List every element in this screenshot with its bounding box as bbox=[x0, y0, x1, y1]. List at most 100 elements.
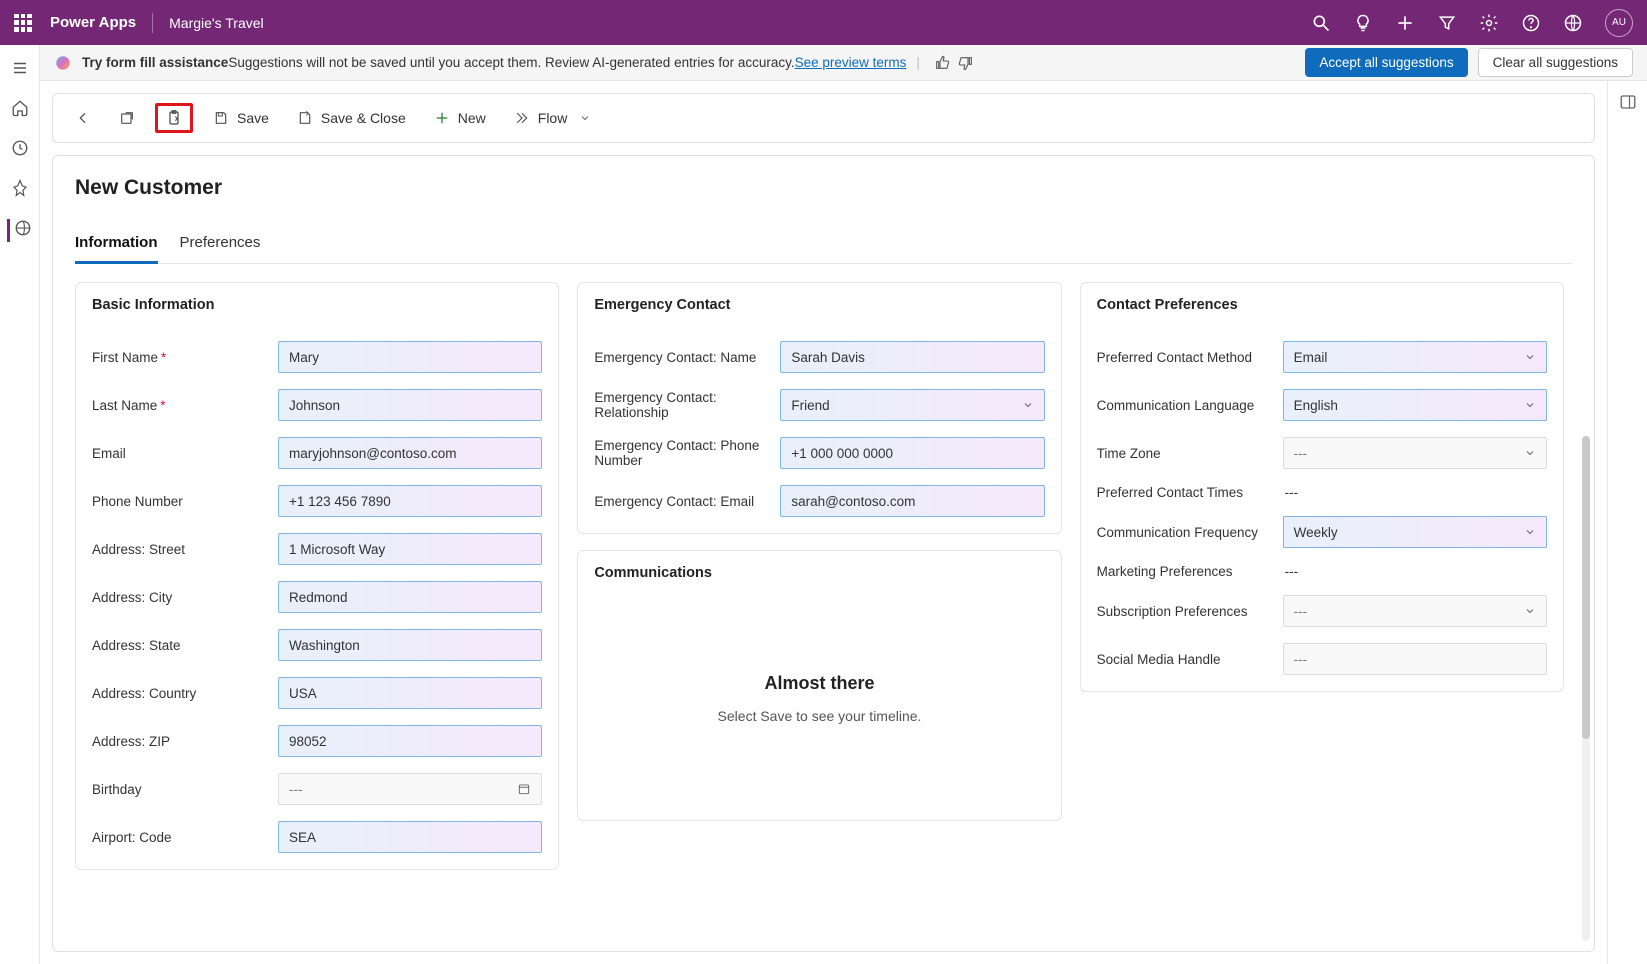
col-prefs: Contact Preferences Preferred Contact Me… bbox=[1080, 282, 1564, 907]
assist-title: Try form fill assistance bbox=[82, 55, 228, 70]
pref-lang-select[interactable]: English bbox=[1283, 389, 1547, 421]
globe-icon[interactable] bbox=[14, 219, 32, 237]
pref-method-select[interactable]: Email bbox=[1283, 341, 1547, 373]
command-bar: Save Save & Close New Flow bbox=[52, 93, 1595, 143]
emg-phone-input[interactable]: +1 000 000 0000 bbox=[780, 437, 1044, 469]
pin-icon[interactable] bbox=[11, 179, 29, 197]
city-input[interactable]: Redmond bbox=[278, 581, 542, 613]
clear-all-suggestions-button[interactable]: Clear all suggestions bbox=[1478, 48, 1633, 77]
smart-paste-button[interactable] bbox=[155, 103, 193, 133]
pref-sub-select[interactable]: --- bbox=[1283, 595, 1547, 627]
tab-preferences[interactable]: Preferences bbox=[180, 234, 261, 263]
phone-input[interactable]: +1 123 456 7890 bbox=[278, 485, 542, 517]
first-name-input[interactable]: Mary bbox=[278, 341, 542, 373]
pref-mkt-label: Marketing Preferences bbox=[1097, 564, 1275, 579]
pref-times-label: Preferred Contact Times bbox=[1097, 485, 1275, 500]
city-label: Address: City bbox=[92, 590, 270, 605]
home-icon[interactable] bbox=[11, 99, 29, 117]
copilot-icon bbox=[54, 54, 72, 72]
emg-email-label: Emergency Contact: Email bbox=[594, 494, 772, 509]
save-close-button[interactable]: Save & Close bbox=[289, 104, 414, 132]
country-label: Address: Country bbox=[92, 686, 270, 701]
thumbs-down-icon[interactable] bbox=[958, 55, 974, 71]
emg-name-input[interactable]: Sarah Davis bbox=[780, 341, 1044, 373]
accept-all-suggestions-button[interactable]: Accept all suggestions bbox=[1305, 48, 1467, 77]
pref-sub-label: Subscription Preferences bbox=[1097, 604, 1275, 619]
last-name-label: Last Name bbox=[92, 398, 157, 413]
communications-title: Communications bbox=[578, 551, 1060, 587]
email-input[interactable]: maryjohnson@contoso.com bbox=[278, 437, 542, 469]
section-contact-prefs: Contact Preferences Preferred Contact Me… bbox=[1080, 282, 1564, 692]
birthday-input[interactable]: --- bbox=[278, 773, 542, 805]
chevron-down-icon bbox=[1022, 399, 1034, 411]
zip-label: Address: ZIP bbox=[92, 734, 270, 749]
chevron-down-icon bbox=[1524, 605, 1536, 617]
chevron-down-icon bbox=[1524, 351, 1536, 363]
pref-social-label: Social Media Handle bbox=[1097, 652, 1275, 667]
calendar-icon bbox=[517, 782, 531, 796]
street-input[interactable]: 1 Microsoft Way bbox=[278, 533, 542, 565]
tab-information[interactable]: Information bbox=[75, 234, 158, 264]
flow-label: Flow bbox=[538, 110, 568, 126]
timeline-empty-sub: Select Save to see your timeline. bbox=[604, 708, 1034, 724]
pref-freq-select[interactable]: Weekly bbox=[1283, 516, 1547, 548]
pref-times-value: --- bbox=[1283, 485, 1547, 500]
app-launcher-icon[interactable] bbox=[14, 14, 32, 32]
search-icon[interactable] bbox=[1311, 13, 1331, 33]
country-input[interactable]: USA bbox=[278, 677, 542, 709]
scrollbar[interactable] bbox=[1582, 436, 1590, 941]
gear-icon[interactable] bbox=[1479, 13, 1499, 33]
record-page: New Customer Information Preferences Bas… bbox=[52, 155, 1595, 952]
first-name-label: First Name bbox=[92, 350, 158, 365]
street-label: Address: Street bbox=[92, 542, 270, 557]
pref-social-input[interactable]: --- bbox=[1283, 643, 1547, 675]
recent-icon[interactable] bbox=[11, 139, 29, 157]
emg-rel-select[interactable]: Friend bbox=[780, 389, 1044, 421]
preview-terms-link[interactable]: See preview terms bbox=[795, 55, 907, 70]
new-button[interactable]: New bbox=[426, 104, 494, 132]
globe-person-icon[interactable] bbox=[1563, 13, 1583, 33]
airport-input[interactable]: SEA bbox=[278, 821, 542, 853]
pref-method-label: Preferred Contact Method bbox=[1097, 350, 1275, 365]
menu-icon[interactable] bbox=[11, 59, 29, 77]
save-button[interactable]: Save bbox=[205, 104, 277, 132]
emg-phone-label: Emergency Contact: Phone Number bbox=[594, 438, 772, 468]
email-label: Email bbox=[92, 446, 270, 461]
birthday-label: Birthday bbox=[92, 782, 270, 797]
pref-freq-label: Communication Frequency bbox=[1097, 525, 1275, 540]
flow-button[interactable]: Flow bbox=[506, 104, 600, 132]
pref-tz-label: Time Zone bbox=[1097, 446, 1275, 461]
form-fill-assist-bar: Try form fill assistance Suggestions wil… bbox=[40, 45, 1647, 81]
emg-name-label: Emergency Contact: Name bbox=[594, 350, 772, 365]
scrollbar-thumb[interactable] bbox=[1582, 436, 1590, 739]
open-in-new-button[interactable] bbox=[111, 104, 143, 132]
top-icons: AU bbox=[1311, 9, 1633, 37]
state-input[interactable]: Washington bbox=[278, 629, 542, 661]
basic-info-title: Basic Information bbox=[76, 283, 558, 319]
filter-icon[interactable] bbox=[1437, 13, 1457, 33]
assist-divider: | bbox=[916, 55, 920, 70]
last-name-input[interactable]: Johnson bbox=[278, 389, 542, 421]
copilot-panel-icon[interactable] bbox=[1619, 93, 1637, 111]
user-avatar[interactable]: AU bbox=[1605, 9, 1633, 37]
title-divider bbox=[152, 13, 153, 33]
pref-tz-select[interactable]: --- bbox=[1283, 437, 1547, 469]
help-icon[interactable] bbox=[1521, 13, 1541, 33]
save-label: Save bbox=[237, 110, 269, 126]
copilot-rail bbox=[1607, 81, 1647, 964]
pref-mkt-value: --- bbox=[1283, 564, 1547, 579]
back-button[interactable] bbox=[67, 104, 99, 132]
phone-label: Phone Number bbox=[92, 494, 270, 509]
plus-icon[interactable] bbox=[1395, 13, 1415, 33]
app-title: Power Apps bbox=[50, 14, 136, 31]
thumbs-up-icon[interactable] bbox=[934, 55, 950, 71]
lightbulb-icon[interactable] bbox=[1353, 13, 1373, 33]
emg-rel-label: Emergency Contact: Relationship bbox=[594, 390, 772, 420]
pref-lang-label: Communication Language bbox=[1097, 398, 1275, 413]
airport-label: Airport: Code bbox=[92, 830, 270, 845]
timeline-empty-title: Almost there bbox=[604, 673, 1034, 694]
emg-email-input[interactable]: sarah@contoso.com bbox=[780, 485, 1044, 517]
save-close-label: Save & Close bbox=[321, 110, 406, 126]
section-communications: Communications Almost there Select Save … bbox=[577, 550, 1061, 821]
zip-input[interactable]: 98052 bbox=[278, 725, 542, 757]
